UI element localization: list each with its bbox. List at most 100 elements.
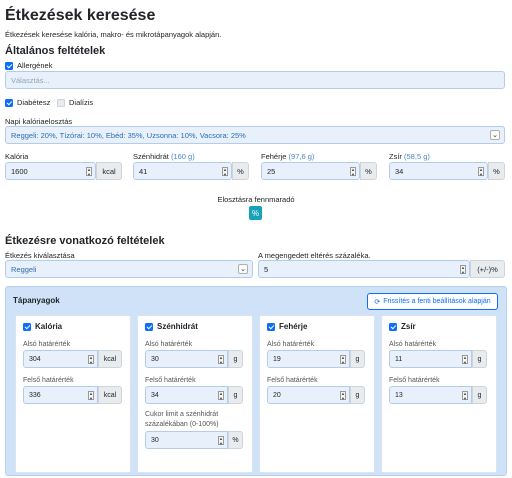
distribution-value: Reggeli: 20%, Tízórai: 10%, Ebéd: 35%, U… [11, 130, 246, 140]
card-lower-label: Alsó határérték [389, 341, 437, 348]
fat-hint: (58,5 g) [404, 152, 430, 161]
page-subtitle: Étkezések keresése kalória, makro- és mi… [5, 30, 222, 39]
card-name: Zsír [401, 322, 416, 331]
spinner-icon[interactable]: ▲ ▼ [222, 167, 228, 176]
allergens-placeholder: Választás... [11, 75, 50, 85]
card-lower-label: Alsó határérték [145, 341, 193, 348]
card-name: Kalória [35, 322, 63, 331]
remaining-button[interactable]: % [249, 206, 262, 220]
checkbox-checked-icon [23, 322, 31, 331]
carbs-upper-unit: g [228, 386, 243, 404]
calorie-lower-unit: kcal [98, 350, 122, 368]
spinner-icon[interactable]: ▲ ▼ [462, 355, 468, 364]
spinner-icon[interactable]: ▲ ▼ [218, 355, 224, 364]
calorie-card-title[interactable]: Kalória [23, 322, 62, 331]
page-title: Étkezések keresése [5, 7, 156, 24]
fat-upper-value: 13 [395, 391, 403, 399]
calorie-upper-input[interactable]: 336 ▲ ▼ [23, 386, 98, 404]
fat-lower-value: 11 [395, 355, 403, 363]
protein-unit: % [360, 162, 377, 180]
sugar-limit-input[interactable]: 30 ▲ ▼ [145, 431, 228, 449]
calorie-upper-unit: kcal [98, 386, 122, 404]
spinner-icon[interactable]: ▲ ▼ [478, 167, 484, 176]
carbs-input[interactable]: 41 ▲ ▼ [133, 162, 232, 180]
dialysis-checkbox[interactable]: Dialízis [57, 98, 93, 107]
carbs-unit: % [232, 162, 249, 180]
fat-card-title[interactable]: Zsír [389, 322, 416, 331]
carbs-lower-unit: g [228, 350, 243, 368]
allergens-label: Allergének [17, 61, 53, 70]
card-upper-label: Felső határérték [267, 377, 318, 384]
deviation-value: 5 [264, 264, 269, 274]
spinner-icon[interactable]: ▲ ▼ [340, 355, 346, 364]
diabetes-checkbox[interactable]: Diabétesz [5, 98, 50, 107]
allergens-select[interactable]: Választás... [5, 71, 505, 89]
protein-upper-input[interactable]: 20 ▲ ▼ [267, 386, 350, 404]
protein-upper-unit: g [350, 386, 365, 404]
fat-unit: % [488, 162, 505, 180]
protein-label: Fehérje (97,6 g) [261, 152, 315, 161]
sugar-limit-unit: % [228, 431, 243, 449]
spinner-icon[interactable]: ▲ ▼ [88, 355, 94, 364]
dialysis-label: Dialízis [69, 98, 94, 107]
diabetes-label: Diabétesz [17, 98, 51, 107]
general-heading: Általános feltételek [5, 45, 106, 57]
carbs-lower-value: 30 [151, 355, 159, 363]
carbs-upper-value: 34 [151, 391, 159, 399]
carbs-hint: (160 g) [170, 152, 195, 161]
calories-input[interactable]: 1600 ▲ ▼ [5, 162, 96, 180]
fat-lower-input[interactable]: 11 ▲ ▼ [389, 350, 472, 368]
spinner-icon[interactable]: ▲ ▼ [86, 167, 92, 176]
checkbox-checked-icon [5, 61, 13, 70]
calories-label: Kalória [5, 152, 29, 161]
carbs-lower-input[interactable]: 30 ▲ ▼ [145, 350, 228, 368]
spinner-icon[interactable]: ▲ ▼ [218, 436, 224, 445]
fat-upper-unit: g [472, 386, 487, 404]
carbs-card-title[interactable]: Szénhidrát [145, 322, 198, 331]
card-name: Fehérje [279, 322, 308, 331]
fat-value: 34 [395, 166, 404, 176]
spinner-icon[interactable]: ▲ ▼ [340, 391, 346, 400]
checkbox-checked-icon [5, 98, 13, 107]
carbs-upper-input[interactable]: 34 ▲ ▼ [145, 386, 228, 404]
fat-upper-input[interactable]: 13 ▲ ▼ [389, 386, 472, 404]
protein-input[interactable]: 25 ▲ ▼ [261, 162, 360, 180]
refresh-button[interactable]: ⟳ Frissítés a fenti beállítások alapján [367, 293, 498, 310]
allergens-checkbox[interactable]: Allergének [5, 61, 52, 70]
carbs-label: Szénhidrát (160 g) [133, 152, 195, 161]
card-upper-label: Felső határérték [145, 377, 196, 384]
calories-value: 1600 [11, 166, 28, 176]
meal-select-value: Reggeli [11, 264, 37, 274]
distribution-label: Napi kalóriaelosztás [5, 117, 73, 126]
calorie-upper-value: 336 [29, 391, 41, 399]
remaining-label: Elosztásra fennmaradó [217, 195, 295, 204]
protein-lower-value: 19 [273, 355, 281, 363]
deviation-label: A megengedett eltérés százaléka. [258, 251, 371, 260]
spinner-icon[interactable]: ▲ ▼ [350, 167, 356, 176]
fat-lower-unit: g [472, 350, 487, 368]
spinner-icon[interactable]: ▲ ▼ [460, 265, 466, 274]
checkbox-checked-icon [267, 322, 275, 331]
card-lower-label: Alsó határérték [267, 341, 315, 348]
protein-lower-input[interactable]: 19 ▲ ▼ [267, 350, 350, 368]
card-upper-label: Felső határérték [23, 377, 74, 384]
calorie-lower-input[interactable]: 304 ▲ ▼ [23, 350, 98, 368]
fat-label: Zsír (58,5 g) [389, 152, 430, 161]
calories-unit: kcal [96, 162, 122, 180]
protein-lower-unit: g [350, 350, 365, 368]
meal-select-label: Étkezés kiválasztása [5, 251, 75, 260]
deviation-input[interactable]: 5 ▲ ▼ [258, 260, 470, 278]
protein-upper-value: 20 [273, 391, 281, 399]
distribution-select[interactable]: Reggeli: 20%, Tízórai: 10%, Ebéd: 35%, U… [5, 126, 505, 144]
fat-input[interactable]: 34 ▲ ▼ [389, 162, 488, 180]
protein-card-title[interactable]: Fehérje [267, 322, 307, 331]
chevron-down-icon: ⌄ [490, 130, 500, 140]
protein-hint: (97,6 g) [288, 152, 315, 161]
spinner-icon[interactable]: ▲ ▼ [218, 391, 224, 400]
refresh-icon: ⟳ [374, 298, 381, 306]
checkbox-checked-icon [389, 322, 397, 331]
sugar-limit-label-2: százalékában (0-100%) [145, 421, 219, 428]
spinner-icon[interactable]: ▲ ▼ [462, 391, 468, 400]
spinner-icon[interactable]: ▲ ▼ [88, 391, 94, 400]
meal-select[interactable]: Reggeli ⌄ [5, 260, 253, 278]
